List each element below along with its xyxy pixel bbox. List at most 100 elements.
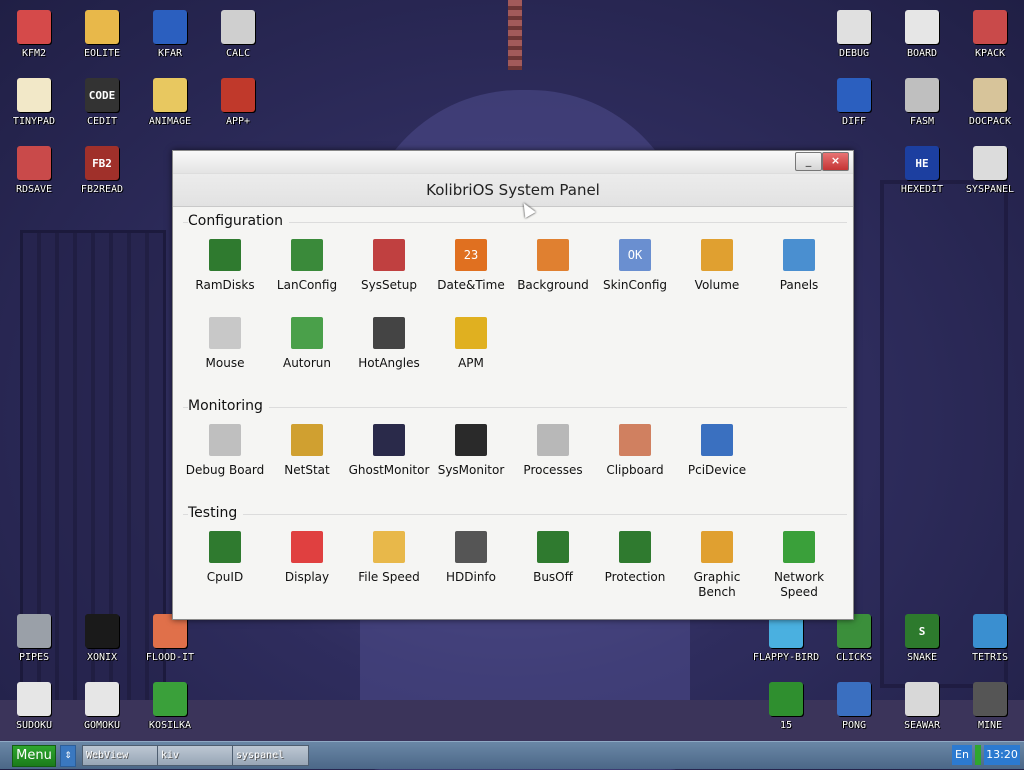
app-label: Debug Board	[185, 463, 265, 477]
task-switch-icon[interactable]: ⇕	[60, 745, 76, 767]
clipboard-icon	[619, 424, 651, 456]
desktop-icon-label: FLOOD-IT	[145, 652, 195, 663]
window-titlebar[interactable]: _ ×	[173, 151, 853, 174]
desktop-icon-tinypad[interactable]: TINYPAD	[0, 78, 68, 142]
desktop-icon-kfm2[interactable]: KFM2	[0, 10, 68, 74]
app-sysmonitor[interactable]: SysMonitor	[430, 424, 512, 478]
desktop-icon-kosilka[interactable]: KOSILKA	[136, 682, 204, 746]
cpu-icon	[209, 531, 241, 563]
desktop-icon-clicks[interactable]: CLICKS	[820, 614, 888, 678]
tetris-icon	[973, 614, 1007, 648]
desktop-icon-app-[interactable]: APP+	[204, 78, 272, 142]
app-label: SkinConfig	[602, 278, 667, 292]
section-testing: Testing CpuID Display File Speed HDDinfo BusO…	[173, 503, 853, 599]
desktop-icon-calc[interactable]: CALC	[204, 10, 272, 74]
network-card-icon	[291, 239, 323, 271]
task-webview[interactable]: WebView	[82, 745, 159, 766]
mower-icon	[153, 682, 187, 716]
app-ghostmonitor[interactable]: GhostMonitor	[348, 424, 430, 478]
language-indicator[interactable]: En	[952, 745, 972, 765]
app-volume[interactable]: Volume	[676, 239, 758, 293]
desktop-icon-kfar[interactable]: KFAR	[136, 10, 204, 74]
app-skinconfig[interactable]: OK SkinConfig	[594, 239, 676, 293]
app-apm[interactable]: APM	[430, 317, 512, 371]
app-netstat[interactable]: NetStat	[266, 424, 348, 478]
desktop-icon-board[interactable]: BOARD	[888, 10, 956, 74]
close-button[interactable]: ×	[822, 152, 849, 171]
app-background[interactable]: Background	[512, 239, 594, 293]
app-graphic-bench[interactable]: Graphic Bench	[676, 531, 758, 600]
app-hotangles[interactable]: HotAngles	[348, 317, 430, 371]
app-lanconfig[interactable]: LanConfig	[266, 239, 348, 293]
app-file-speed[interactable]: File Speed	[348, 531, 430, 585]
app-busoff[interactable]: BusOff	[512, 531, 594, 585]
calculator-icon	[221, 10, 255, 44]
desktop-icon-label: GOMOKU	[83, 720, 121, 731]
desktop-icon-snake[interactable]: S SNAKE	[888, 614, 956, 678]
app-panels[interactable]: Panels	[758, 239, 840, 293]
minimize-button[interactable]: _	[795, 152, 822, 171]
desktop-icon-animage[interactable]: ANIMAGE	[136, 78, 204, 142]
desktop-icon-kpack[interactable]: KPACK	[956, 10, 1024, 74]
desktop-icon-debug[interactable]: DEBUG	[820, 10, 888, 74]
desktop-icon-pipes[interactable]: PIPES	[0, 614, 68, 678]
desktop-icon-docpack[interactable]: DOCPACK	[956, 78, 1024, 142]
desktop-icon-15[interactable]: 15	[752, 682, 820, 746]
mine-icon	[973, 682, 1007, 716]
ram-icon	[209, 239, 241, 271]
sysmonitor-icon	[455, 424, 487, 456]
system-panel-window: _ × KolibriOS System Panel Configuration…	[172, 150, 854, 620]
panels-icon	[153, 10, 187, 44]
app-hddinfo[interactable]: HDDinfo	[430, 531, 512, 585]
app-network-speed[interactable]: Network Speed	[758, 531, 840, 600]
desktop-icon-flood-it[interactable]: FLOOD-IT	[136, 614, 204, 678]
app-label: CpuID	[206, 570, 244, 584]
desktop-icon-syspanel[interactable]: SYSPANEL	[956, 146, 1024, 210]
app-clipboard[interactable]: Clipboard	[594, 424, 676, 478]
desktop-icon-seawar[interactable]: SEAWAR	[888, 682, 956, 746]
app-label: Mouse	[205, 356, 245, 370]
desktop-icon-flappy-bird[interactable]: FLAPPY-BIRD	[752, 614, 820, 678]
desktop-icon-tetris[interactable]: TETRIS	[956, 614, 1024, 678]
desktop-icon-mine[interactable]: MINE	[956, 682, 1024, 746]
app-label: Processes	[523, 463, 583, 477]
desktop-icon-sudoku[interactable]: SUDOKU	[0, 682, 68, 746]
app-processes[interactable]: Processes	[512, 424, 594, 478]
app-pcidevice[interactable]: PciDevice	[676, 424, 758, 478]
menu-button[interactable]: Menu	[12, 745, 56, 767]
app-ramdisks[interactable]: RamDisks	[184, 239, 266, 293]
app-autorun[interactable]: Autorun	[266, 317, 348, 371]
app-label: Clipboard	[606, 463, 664, 477]
clock[interactable]: 13:20	[984, 745, 1020, 765]
app-syssetup[interactable]: SysSetup	[348, 239, 430, 293]
chip-icon	[537, 531, 569, 563]
calendar-icon: 23	[455, 239, 487, 271]
section-divider	[183, 514, 847, 515]
desktop-icon-label: APP+	[225, 116, 251, 127]
desktop-icon-fb2read[interactable]: FB2 FB2READ	[68, 146, 136, 210]
desktop-icon-eolite[interactable]: EOLITE	[68, 10, 136, 74]
app-date-time[interactable]: 23 Date&Time	[430, 239, 512, 293]
app-label: Network Speed	[773, 570, 825, 599]
mouse-icon	[209, 317, 241, 349]
section-title: Testing	[188, 505, 244, 521]
desktop-icon-fasm[interactable]: FASM	[888, 78, 956, 142]
app-cpuid[interactable]: CpuID	[184, 531, 266, 585]
desktop-icon-label: 15	[779, 720, 793, 731]
section-title: Configuration	[188, 213, 289, 229]
desktop-icon-xonix[interactable]: XONIX	[68, 614, 136, 678]
desktop-icon-hexedit[interactable]: HE HEXEDIT	[888, 146, 956, 210]
desktop-icon-rdsave[interactable]: RDSAVE	[0, 146, 68, 210]
app-display[interactable]: Display	[266, 531, 348, 585]
app-debug-board[interactable]: Debug Board	[184, 424, 266, 478]
task-syspanel[interactable]: syspanel	[232, 745, 309, 766]
desktop-icon-diff[interactable]: DIFF	[820, 78, 888, 142]
desktop-icon-gomoku[interactable]: GOMOKU	[68, 682, 136, 746]
desktop-icon-pong[interactable]: PONG	[820, 682, 888, 746]
desktop-icon-cedit[interactable]: CODE CEDIT	[68, 78, 136, 142]
app-protection[interactable]: Protection	[594, 531, 676, 585]
app-label: HotAngles	[358, 356, 420, 370]
task-kiv[interactable]: kiv	[157, 745, 234, 766]
app-mouse[interactable]: Mouse	[184, 317, 266, 371]
display-test-icon	[291, 531, 323, 563]
